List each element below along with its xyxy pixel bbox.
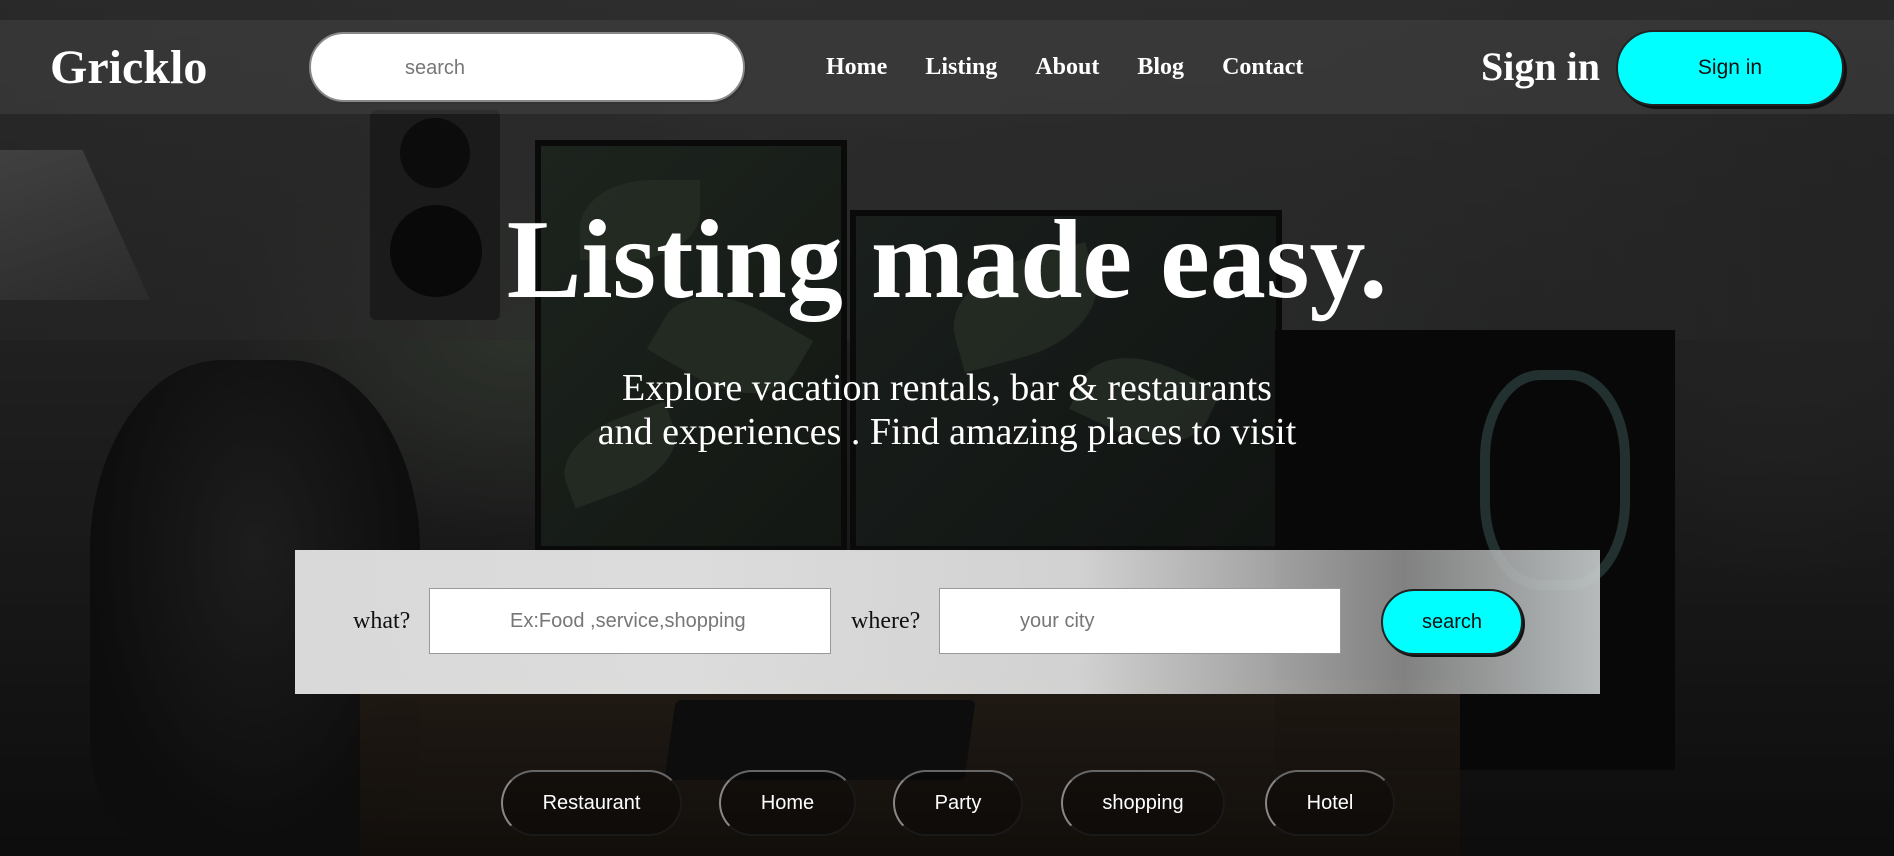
main-nav: Home Listing About Blog Contact bbox=[826, 52, 1341, 82]
nav-blog[interactable]: Blog bbox=[1137, 52, 1184, 82]
signin-link[interactable]: Sign in bbox=[1481, 44, 1600, 90]
what-field[interactable] bbox=[429, 588, 831, 654]
what-input[interactable] bbox=[508, 609, 822, 634]
where-input[interactable] bbox=[1018, 609, 1332, 634]
top-search-input[interactable] bbox=[403, 56, 727, 81]
search-panel: what? where? search bbox=[295, 550, 1600, 694]
signin-button[interactable]: Sign in bbox=[1616, 30, 1844, 106]
what-label: what? bbox=[353, 608, 411, 634]
hero-subtitle-line: Explore vacation rentals, bar & restaura… bbox=[622, 367, 1272, 409]
where-field[interactable] bbox=[939, 588, 1341, 654]
hero-subtitle: Explore vacation rentals, bar & restaura… bbox=[0, 366, 1894, 454]
hero-subtitle-line: and experiences . Find amazing places to… bbox=[597, 411, 1297, 453]
category-shopping[interactable]: shopping bbox=[1061, 770, 1225, 836]
hero-title: Listing made easy. bbox=[506, 198, 1388, 322]
nav-contact[interactable]: Contact bbox=[1222, 52, 1303, 82]
nav-about[interactable]: About bbox=[1035, 52, 1099, 82]
search-button[interactable]: search bbox=[1381, 589, 1523, 655]
top-search-box[interactable] bbox=[309, 32, 745, 102]
category-hotel[interactable]: Hotel bbox=[1265, 770, 1395, 836]
category-restaurant[interactable]: Restaurant bbox=[501, 770, 682, 836]
where-label: where? bbox=[851, 608, 921, 634]
nav-listing[interactable]: Listing bbox=[925, 52, 997, 82]
category-home[interactable]: Home bbox=[719, 770, 856, 836]
category-party[interactable]: Party bbox=[893, 770, 1023, 836]
site-logo[interactable]: Gricklo bbox=[50, 40, 207, 96]
nav-home[interactable]: Home bbox=[826, 52, 887, 82]
